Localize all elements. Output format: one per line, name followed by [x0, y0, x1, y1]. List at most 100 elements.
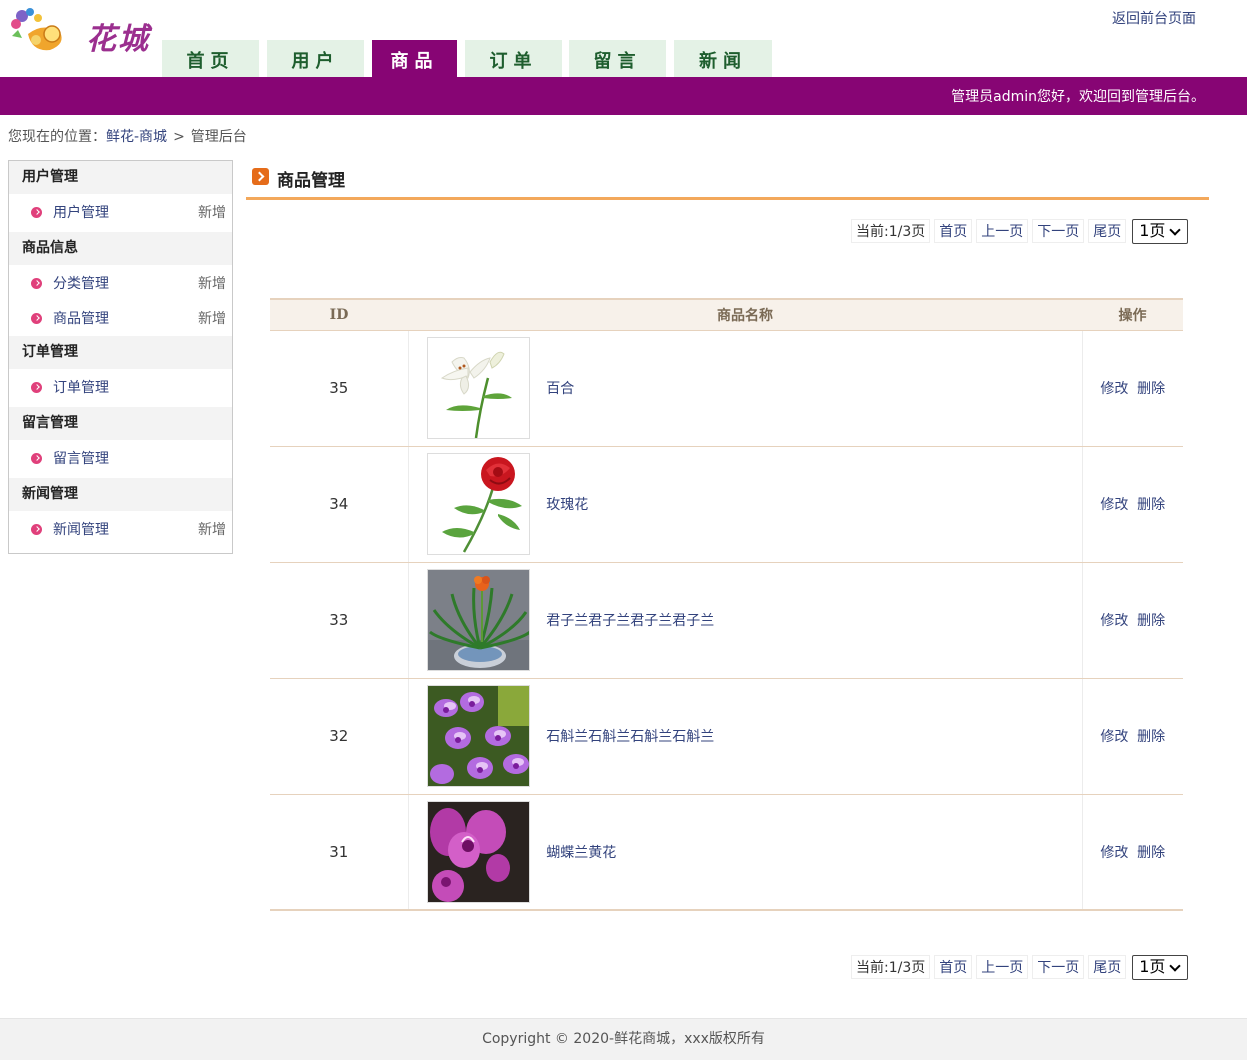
goods-name-link[interactable]: 石斛兰石斛兰石斛兰石斛兰 — [546, 726, 714, 746]
pager-last-link[interactable]: 尾页 — [1088, 219, 1127, 243]
page-select-value: 1页 — [1139, 221, 1166, 240]
sidebar-item-message-manage[interactable]: 留言管理 — [9, 440, 232, 478]
pager-prev-link[interactable]: 上一页 — [976, 955, 1029, 979]
copyright-text: Copyright © 2020-鲜花商城，xxx版权所有 — [482, 1031, 765, 1047]
edit-link[interactable]: 修改 — [1100, 497, 1128, 513]
sidebar-item-label[interactable]: 用户管理 — [53, 194, 109, 232]
sidebar-add-link[interactable]: 新增 — [198, 303, 226, 336]
tab-orders[interactable]: 订单 — [465, 40, 562, 77]
breadcrumb: 您现在的位置：鲜花-商城 > 管理后台 — [8, 126, 247, 146]
edit-link[interactable]: 修改 — [1100, 729, 1128, 745]
delete-link[interactable]: 删除 — [1137, 845, 1165, 861]
pager-first-link[interactable]: 首页 — [934, 219, 973, 243]
column-header-id: ID — [270, 298, 408, 331]
tab-goods[interactable]: 商品 — [372, 40, 457, 77]
sidebar-group-orders: 订单管理 — [9, 336, 232, 369]
pager-info: 当前:1/3页 — [851, 955, 931, 979]
bullet-arrow-icon — [31, 313, 42, 324]
breadcrumb-home-link[interactable]: 鲜花-商城 — [106, 129, 167, 145]
return-frontend-link[interactable]: 返回前台页面 — [1112, 8, 1196, 28]
edit-link[interactable]: 修改 — [1100, 381, 1128, 397]
page-select[interactable]: 1页 — [1132, 219, 1189, 244]
header: 花城 返回前台页面 首页 用户 商品 订单 留言 新闻 — [0, 0, 1247, 77]
rose-image[interactable] — [426, 453, 530, 555]
edit-link[interactable]: 修改 — [1100, 613, 1128, 629]
page-select[interactable]: 1页 — [1132, 955, 1189, 980]
pager-first-link[interactable]: 首页 — [934, 955, 973, 979]
pager-next-link[interactable]: 下一页 — [1032, 955, 1085, 979]
sidebar-item-label[interactable]: 分类管理 — [53, 265, 109, 303]
goods-id: 34 — [270, 446, 409, 563]
column-header-ops: 操作 — [1082, 298, 1183, 331]
ops-cell: 修改 删除 — [1082, 678, 1183, 795]
pager-info: 当前:1/3页 — [851, 219, 931, 243]
table-row: 35 百合 修改 删除 — [270, 330, 1183, 447]
welcome-text: 管理员admin您好，欢迎回到管理后台。 — [951, 89, 1205, 105]
edit-link[interactable]: 修改 — [1100, 845, 1128, 861]
delete-link[interactable]: 删除 — [1137, 381, 1165, 397]
goods-name-link[interactable]: 蝴蝶兰黄花 — [546, 842, 616, 862]
bullet-arrow-icon — [31, 453, 42, 464]
dendrobium-image[interactable] — [426, 685, 530, 787]
sidebar-item-label[interactable]: 留言管理 — [53, 440, 109, 478]
bullet-arrow-icon — [31, 524, 42, 535]
delete-link[interactable]: 删除 — [1137, 613, 1165, 629]
sidebar: 用户管理 用户管理 新增 商品信息 分类管理 新增 商品管理 新增 订单管理 订… — [8, 160, 233, 554]
sidebar-group-news: 新闻管理 — [9, 478, 232, 511]
breadcrumb-prefix: 您现在的位置： — [8, 129, 106, 145]
goods-name-cell: 百合 — [408, 330, 1083, 447]
delete-link[interactable]: 删除 — [1137, 497, 1165, 513]
bullet-arrow-icon — [31, 278, 42, 289]
sidebar-add-link[interactable]: 新增 — [198, 194, 226, 232]
goods-name-link[interactable]: 君子兰君子兰君子兰君子兰 — [546, 610, 714, 630]
pager-next-link[interactable]: 下一页 — [1032, 219, 1085, 243]
goods-name-link[interactable]: 玫瑰花 — [546, 494, 588, 514]
goods-name-link[interactable]: 百合 — [546, 378, 574, 398]
table-row: 31 蝴蝶兰黄花 修改 删除 — [270, 794, 1183, 911]
top-bar: 管理员admin您好，欢迎回到管理后台。 — [0, 77, 1247, 115]
goods-id: 33 — [270, 562, 409, 679]
sidebar-group-goods: 商品信息 — [9, 232, 232, 265]
ops-cell: 修改 删除 — [1082, 330, 1183, 447]
lily-image[interactable] — [426, 337, 530, 439]
pager-last-link[interactable]: 尾页 — [1088, 955, 1127, 979]
sidebar-item-category-manage[interactable]: 分类管理 新增 — [9, 265, 232, 303]
logo-text: 花城 — [86, 22, 150, 57]
sidebar-item-user-manage[interactable]: 用户管理 新增 — [9, 194, 232, 232]
page-title: 商品管理 — [252, 166, 345, 191]
sidebar-item-goods-manage[interactable]: 商品管理 新增 — [9, 303, 232, 336]
goods-name-cell: 玫瑰花 — [408, 446, 1083, 563]
site-logo[interactable]: 花城 — [8, 4, 160, 57]
tab-home[interactable]: 首页 — [162, 40, 259, 77]
sidebar-item-label[interactable]: 订单管理 — [53, 369, 109, 407]
bullet-arrow-icon — [31, 382, 42, 393]
table-header-row: ID 商品名称 操作 — [270, 298, 1183, 331]
sidebar-add-link[interactable]: 新增 — [198, 511, 226, 549]
sidebar-item-label[interactable]: 新闻管理 — [53, 511, 109, 549]
title-divider — [246, 197, 1209, 200]
goods-id: 32 — [270, 678, 409, 795]
sidebar-group-messages: 留言管理 — [9, 407, 232, 440]
sidebar-item-label[interactable]: 商品管理 — [53, 303, 109, 336]
sidebar-group-users: 用户管理 — [9, 161, 232, 194]
tab-messages[interactable]: 留言 — [569, 40, 666, 77]
phalaenopsis-image[interactable] — [426, 800, 530, 903]
pager-top: 当前:1/3页 首页 上一页 下一页 尾页 1页 — [851, 219, 1189, 245]
bullet-arrow-icon — [31, 207, 42, 218]
pager-prev-link[interactable]: 上一页 — [976, 219, 1029, 243]
table-row: 34 玫瑰花 修改 删除 — [270, 446, 1183, 563]
goods-name-cell: 君子兰君子兰君子兰君子兰 — [408, 562, 1083, 679]
goods-name-cell: 石斛兰石斛兰石斛兰石斛兰 — [408, 678, 1083, 795]
table-row: 32 石斛兰石斛兰石斛兰石斛兰 修改 删除 — [270, 678, 1183, 795]
goods-id: 35 — [270, 330, 409, 447]
clivia-image[interactable] — [426, 569, 530, 671]
sidebar-item-order-manage[interactable]: 订单管理 — [9, 369, 232, 407]
column-header-name: 商品名称 — [408, 298, 1082, 331]
delete-link[interactable]: 删除 — [1137, 729, 1165, 745]
pager-bottom: 当前:1/3页 首页 上一页 下一页 尾页 1页 — [851, 955, 1189, 981]
sidebar-item-news-manage[interactable]: 新闻管理 新增 — [9, 511, 232, 549]
sidebar-add-link[interactable]: 新增 — [198, 265, 226, 303]
tab-users[interactable]: 用户 — [267, 40, 364, 77]
tab-news[interactable]: 新闻 — [674, 40, 772, 77]
breadcrumb-current: 管理后台 — [190, 129, 247, 145]
